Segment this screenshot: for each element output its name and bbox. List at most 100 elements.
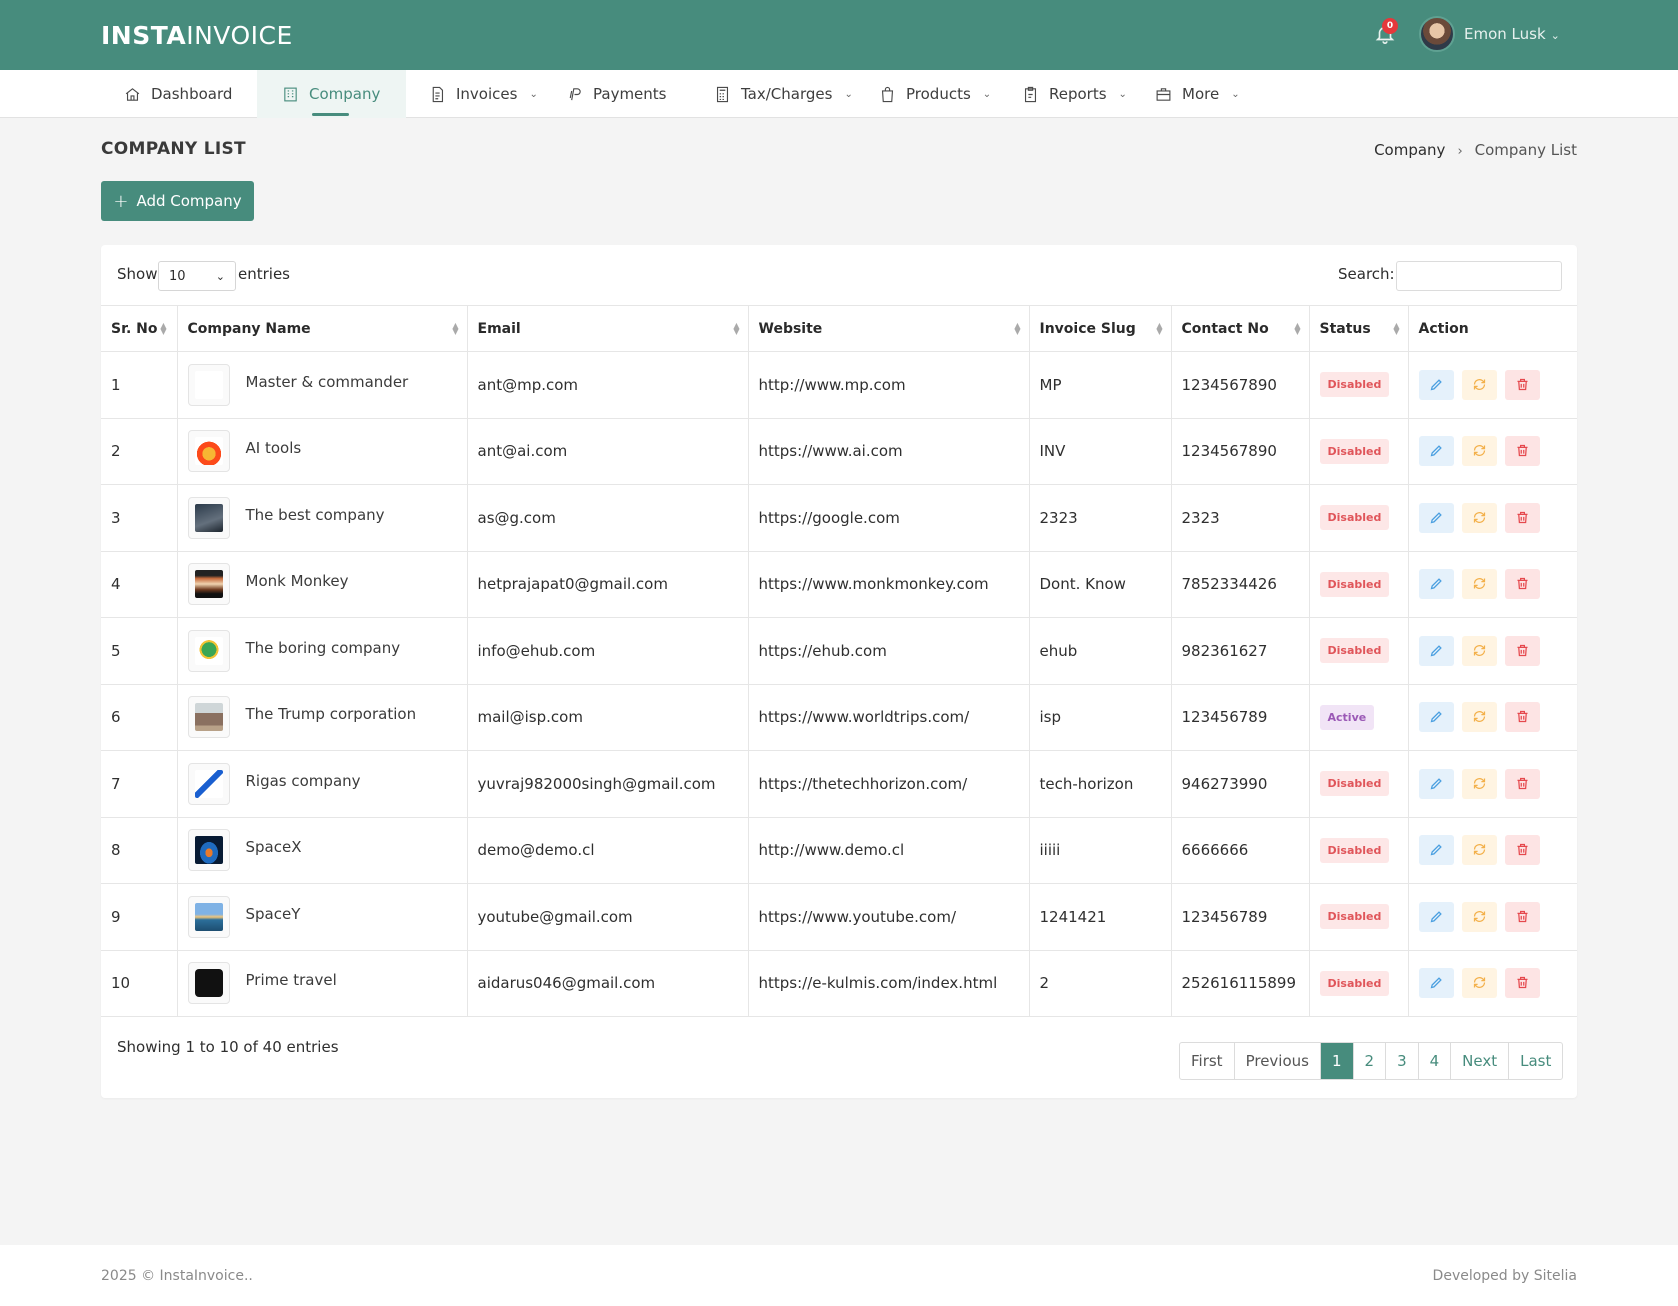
page-first[interactable]: First bbox=[1180, 1043, 1235, 1079]
col-company-name[interactable]: Company Name ▲ ▼ bbox=[177, 305, 468, 352]
edit-button[interactable] bbox=[1418, 768, 1454, 799]
add-company-button[interactable]: + Add Company bbox=[101, 181, 254, 221]
sync-button[interactable] bbox=[1461, 635, 1497, 666]
edit-button[interactable] bbox=[1418, 369, 1454, 400]
sync-button[interactable] bbox=[1461, 369, 1497, 400]
sync-button[interactable] bbox=[1461, 436, 1497, 467]
add-company-label: Add Company bbox=[136, 192, 242, 210]
col-contact-no[interactable]: Contact No ▲ ▼ bbox=[1171, 305, 1310, 352]
delete-button[interactable] bbox=[1504, 702, 1540, 733]
pencil-icon bbox=[1430, 511, 1442, 524]
edit-button[interactable] bbox=[1418, 702, 1454, 733]
status-badge: Disabled bbox=[1319, 438, 1390, 464]
edit-button[interactable] bbox=[1418, 502, 1454, 533]
delete-button[interactable] bbox=[1504, 835, 1540, 866]
cell-sr-no: 9 bbox=[101, 883, 178, 950]
edit-button[interactable] bbox=[1418, 901, 1454, 932]
page-1[interactable]: 1 bbox=[1320, 1043, 1354, 1079]
nav-tax-charges[interactable]: Tax/Charges ⌄ bbox=[714, 70, 853, 118]
cell-status: Disabled bbox=[1309, 484, 1409, 551]
main-navbar: Dashboard Company Invoices ⌄ Payments Tax… bbox=[0, 70, 1678, 118]
cell-invoice-slug: iiiii bbox=[1029, 816, 1172, 884]
sync-button[interactable] bbox=[1461, 569, 1497, 600]
col-website[interactable]: Website ▲ ▼ bbox=[748, 305, 1030, 352]
page-last[interactable]: Last bbox=[1509, 1043, 1562, 1079]
brand-logo[interactable]: INSTAINVOICE bbox=[101, 21, 293, 50]
page-4[interactable]: 4 bbox=[1419, 1043, 1452, 1079]
delete-button[interactable] bbox=[1504, 569, 1540, 600]
sync-button[interactable] bbox=[1461, 835, 1497, 866]
cell-email: mail@isp.com bbox=[467, 683, 749, 751]
delete-button[interactable] bbox=[1504, 436, 1540, 467]
delete-button[interactable] bbox=[1504, 369, 1540, 400]
company-name[interactable]: The Trump corporation bbox=[246, 705, 417, 723]
nav-reports[interactable]: Reports ⌄ bbox=[1022, 70, 1127, 118]
table-row: 9 SpaceY youtube@gmail.com https://www.y… bbox=[101, 883, 1577, 950]
delete-button[interactable] bbox=[1504, 635, 1540, 666]
edit-button[interactable] bbox=[1418, 968, 1454, 999]
cell-status: Disabled bbox=[1309, 417, 1409, 485]
breadcrumb-company-list: Company List bbox=[1474, 141, 1577, 159]
company-logo bbox=[187, 430, 230, 473]
edit-button[interactable] bbox=[1418, 635, 1454, 666]
sync-button[interactable] bbox=[1461, 702, 1497, 733]
nav-company[interactable]: Company bbox=[257, 70, 407, 118]
company-name[interactable]: SpaceY bbox=[246, 905, 301, 923]
table-row: 1 Master & commander ant@mp.com http://w… bbox=[101, 351, 1577, 418]
entries-select[interactable]: 10 ⌄ bbox=[158, 261, 236, 291]
delete-button[interactable] bbox=[1504, 968, 1540, 999]
avatar[interactable] bbox=[1419, 16, 1455, 52]
footer-copyright: 2025 © InstaInvoice.. bbox=[101, 1268, 253, 1284]
delete-button[interactable] bbox=[1504, 502, 1540, 533]
page-previous[interactable]: Previous bbox=[1235, 1043, 1321, 1079]
search-input[interactable] bbox=[1396, 261, 1562, 291]
sync-button[interactable] bbox=[1461, 901, 1497, 932]
nav-dashboard[interactable]: Dashboard bbox=[124, 70, 232, 118]
col-sr-no[interactable]: Sr. No ▲ ▼ bbox=[101, 305, 178, 352]
footer-credit: Developed by Sitelia bbox=[1432, 1268, 1577, 1284]
sync-button[interactable] bbox=[1461, 768, 1497, 799]
company-name[interactable]: AI tools bbox=[246, 439, 302, 457]
nav-payments[interactable]: Payments bbox=[566, 70, 666, 118]
cell-sr-no: 10 bbox=[101, 949, 178, 1017]
company-name[interactable]: The boring company bbox=[246, 639, 401, 657]
company-name[interactable]: SpaceX bbox=[246, 838, 302, 856]
paypal-icon bbox=[569, 87, 581, 100]
nav-products[interactable]: Products ⌄ bbox=[879, 70, 991, 118]
sync-icon bbox=[1473, 578, 1485, 590]
cell-email: demo@demo.cl bbox=[467, 816, 749, 884]
nav-more[interactable]: More ⌄ bbox=[1155, 70, 1240, 118]
col-invoice-slug[interactable]: Invoice Slug ▲ ▼ bbox=[1029, 305, 1172, 352]
sync-button[interactable] bbox=[1461, 502, 1497, 533]
page-3[interactable]: 3 bbox=[1386, 1043, 1419, 1079]
breadcrumb-company[interactable]: Company bbox=[1374, 141, 1445, 159]
col-email[interactable]: Email ▲ ▼ bbox=[467, 305, 749, 352]
col-status[interactable]: Status ▲ ▼ bbox=[1309, 305, 1409, 352]
page-next[interactable]: Next bbox=[1451, 1043, 1510, 1079]
nav-invoices[interactable]: Invoices ⌄ bbox=[429, 70, 538, 118]
cell-email: hetprajapat0@gmail.com bbox=[467, 550, 749, 618]
cell-status: Disabled bbox=[1309, 351, 1409, 418]
cell-website: https://e-kulmis.com/index.html bbox=[748, 949, 1030, 1017]
company-name[interactable]: Prime travel bbox=[246, 971, 337, 989]
page-2[interactable]: 2 bbox=[1354, 1043, 1387, 1079]
pagination: First Previous 1 2 3 4 Next Last bbox=[1179, 1042, 1564, 1080]
nav-label: Payments bbox=[593, 85, 667, 103]
cell-email: info@ehub.com bbox=[467, 617, 749, 684]
company-name[interactable]: The best company bbox=[246, 506, 385, 524]
cell-action bbox=[1408, 883, 1577, 950]
edit-button[interactable] bbox=[1418, 569, 1454, 600]
company-name[interactable]: Rigas company bbox=[246, 772, 361, 790]
user-menu[interactable]: Emon Lusk ⌄ bbox=[1464, 25, 1560, 43]
sync-button[interactable] bbox=[1461, 968, 1497, 999]
edit-button[interactable] bbox=[1418, 436, 1454, 467]
delete-button[interactable] bbox=[1504, 901, 1540, 932]
cell-action bbox=[1408, 351, 1577, 418]
company-name[interactable]: Master & commander bbox=[246, 373, 409, 391]
company-table-card: Show 10 ⌄ entries Search: Sr. No ▲ ▼ Compan… bbox=[101, 245, 1577, 1098]
delete-button[interactable] bbox=[1504, 768, 1540, 799]
edit-button[interactable] bbox=[1418, 835, 1454, 866]
table-row: 4 Monk Monkey hetprajapat0@gmail.com htt… bbox=[101, 550, 1577, 618]
company-name[interactable]: Monk Monkey bbox=[246, 572, 349, 590]
cell-contact-no: 1234567890 bbox=[1171, 351, 1310, 418]
